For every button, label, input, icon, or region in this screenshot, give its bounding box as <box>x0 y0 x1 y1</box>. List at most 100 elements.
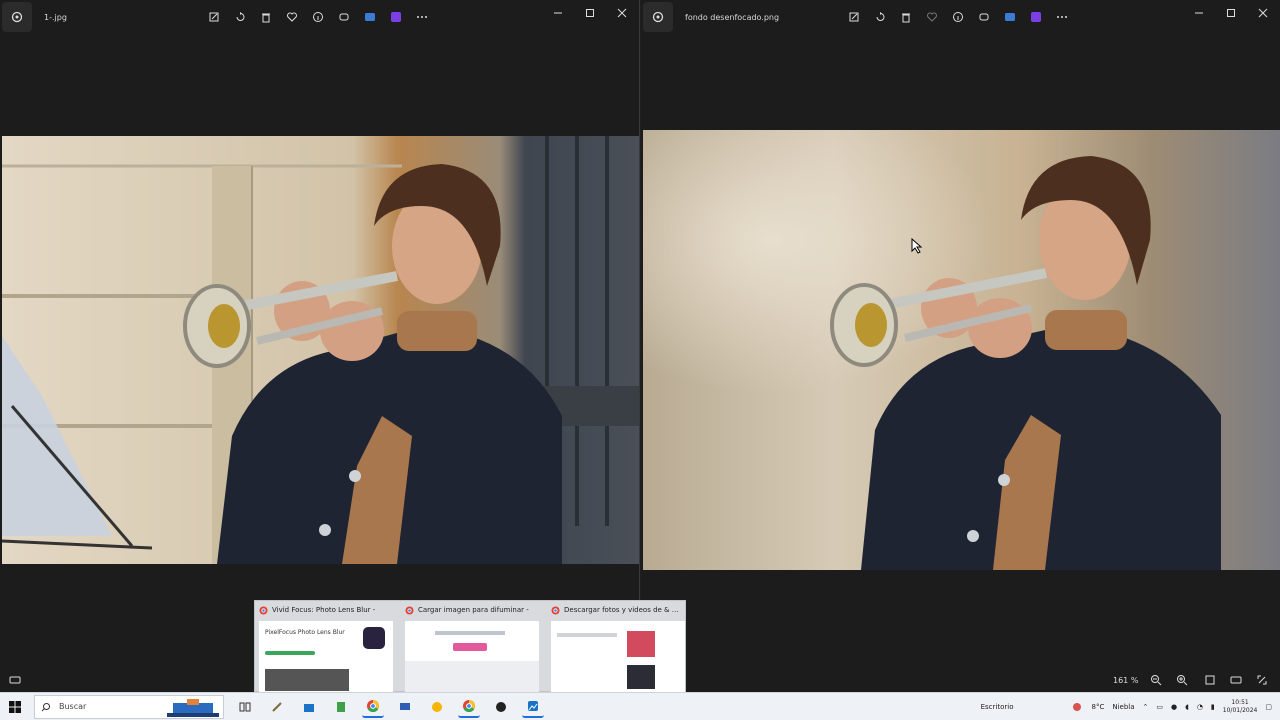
system-tray: Escritorio 8°C Niebla ⌃ ▭ ● ◖ ◔ ▮ 10:51 … <box>981 693 1280 720</box>
preview-thumbnail <box>405 621 539 693</box>
minimize-icon[interactable] <box>551 6 565 20</box>
clipchamp-icon[interactable] <box>1029 10 1043 24</box>
photos-app-icon[interactable] <box>2 2 32 32</box>
sticky-notes-icon[interactable] <box>426 696 448 718</box>
clock[interactable]: 10:51 10/01/2024 <box>1223 699 1258 715</box>
desktop-label: Escritorio <box>980 703 1014 711</box>
preview-title: Cargar imagen para difuminar - <box>418 606 529 614</box>
windows-icon <box>9 700 21 713</box>
photo-trumpet-player-blurred-background <box>643 130 1280 570</box>
screenshot-strip <box>265 669 349 691</box>
battery-icon[interactable]: ▮ <box>1211 703 1215 711</box>
window-title: 1-.jpg <box>44 12 67 22</box>
notepad-icon[interactable] <box>330 696 352 718</box>
task-view-icon[interactable] <box>234 696 256 718</box>
install-bar <box>265 651 315 655</box>
window-controls <box>1192 6 1270 20</box>
chrome-profile-icon[interactable] <box>458 696 480 718</box>
photos-app-taskbar-icon[interactable] <box>522 696 544 718</box>
obs-icon[interactable] <box>490 696 512 718</box>
microphone-icon[interactable]: ● <box>1171 703 1177 711</box>
upload-button-thumb <box>453 643 487 651</box>
maximize-icon[interactable] <box>583 6 597 20</box>
toolbar <box>847 10 1069 24</box>
preview-card[interactable]: Vivid Focus: Photo Lens Blur - PixelFocu… <box>255 601 397 693</box>
edit-icon[interactable] <box>847 10 861 24</box>
edit-icon[interactable] <box>207 10 221 24</box>
preview-title: Descargar fotos y videos de & #F... <box>564 606 684 614</box>
preview-title: Vivid Focus: Photo Lens Blur - <box>272 606 376 614</box>
store-icon[interactable] <box>298 696 320 718</box>
search-placeholder: Buscar <box>59 702 87 711</box>
chrome-icon <box>405 606 414 614</box>
maximize-icon[interactable] <box>1224 6 1238 20</box>
chrome-icon <box>551 606 560 614</box>
rotate-icon[interactable] <box>233 10 247 24</box>
favorite-icon[interactable] <box>285 10 299 24</box>
preview-card[interactable]: Cargar imagen para difuminar - <box>401 601 543 693</box>
preview-thumbnail: PixelFocus Photo Lens Blur <box>259 621 393 693</box>
preview-thumbnail <box>551 621 685 693</box>
thumb-image <box>627 665 655 689</box>
window-controls <box>551 6 629 20</box>
volume-icon[interactable]: ◖ <box>1185 703 1189 711</box>
edit-with-app-icon[interactable] <box>363 10 377 24</box>
chrome-icon[interactable] <box>362 696 384 718</box>
crop-icon[interactable] <box>977 10 991 24</box>
zoom-out-icon[interactable] <box>1149 673 1163 687</box>
delete-icon[interactable] <box>899 10 913 24</box>
messages-icon[interactable] <box>394 696 416 718</box>
photos-window-right: fondo desenfocado.png 161 % <box>641 0 1280 692</box>
more-options-icon[interactable] <box>415 10 429 24</box>
edit-with-app-icon[interactable] <box>1003 10 1017 24</box>
search-box[interactable]: Buscar <box>34 694 224 719</box>
weather-icon <box>1073 703 1082 711</box>
thumb-area <box>405 661 539 693</box>
mouse-cursor-icon <box>911 237 923 258</box>
filmstrip-icon[interactable] <box>8 673 22 687</box>
crop-icon[interactable] <box>337 10 351 24</box>
wifi-icon[interactable]: ◔ <box>1197 703 1203 711</box>
delete-icon[interactable] <box>259 10 273 24</box>
chrome-icon <box>259 606 268 614</box>
notifications-icon[interactable]: ▢ <box>1265 703 1272 711</box>
time-text: 10:51 <box>1231 699 1249 706</box>
photo-trumpet-player-original <box>2 136 639 564</box>
zoom-level: 161 % <box>1113 676 1139 685</box>
weather-desc: Niebla <box>1112 703 1135 711</box>
thumb-line <box>557 633 617 637</box>
more-options-icon[interactable] <box>1055 10 1069 24</box>
thumb-app-name: PixelFocus Photo Lens Blur <box>265 629 345 636</box>
filmstrip-icon[interactable] <box>1229 673 1243 687</box>
pen-app-icon[interactable] <box>266 696 288 718</box>
info-icon[interactable] <box>311 10 325 24</box>
close-icon[interactable] <box>1256 6 1270 20</box>
preview-card[interactable]: Descargar fotos y videos de & #F... <box>547 601 689 693</box>
network-icon[interactable]: ▭ <box>1156 703 1163 711</box>
taskbar: Buscar Escritorio 8°C Niebla ⌃ ▭ ● ◖ ◔ ▮… <box>0 692 1280 720</box>
search-icon <box>41 702 50 711</box>
taskbar-thumbnail-preview: Vivid Focus: Photo Lens Blur - PixelFocu… <box>254 600 689 693</box>
date-text: 10/01/2024 <box>1222 707 1258 714</box>
thumb-image <box>627 631 655 657</box>
zoom-in-icon[interactable] <box>1175 673 1189 687</box>
rotate-icon[interactable] <box>873 10 887 24</box>
fit-to-window-icon[interactable] <box>1203 673 1217 687</box>
toolbar <box>207 10 429 24</box>
thumb-line <box>435 631 505 635</box>
app-logo-icon <box>363 627 385 649</box>
clipchamp-icon[interactable] <box>389 10 403 24</box>
bottom-bar: 161 % <box>641 668 1280 692</box>
chevron-up-icon[interactable]: ⌃ <box>1143 703 1149 711</box>
weather-temp: 8°C <box>1091 703 1105 711</box>
window-title: fondo desenfocado.png <box>685 12 780 22</box>
close-icon[interactable] <box>615 6 629 20</box>
info-icon[interactable] <box>951 10 965 24</box>
fullscreen-icon[interactable] <box>1255 673 1269 687</box>
photos-app-icon[interactable] <box>643 2 673 32</box>
start-button[interactable] <box>0 693 30 720</box>
minimize-icon[interactable] <box>1192 6 1206 20</box>
search-highlight-icon <box>167 698 219 717</box>
photos-window-left: 1-.jpg <box>0 0 640 692</box>
favorite-icon[interactable] <box>925 10 939 24</box>
